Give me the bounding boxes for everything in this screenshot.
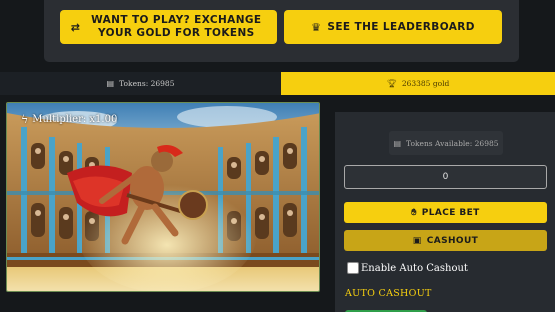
- wallet-icon: ▣: [412, 235, 422, 246]
- leaderboard-button[interactable]: ♛ SEE THE LEADERBOARD: [284, 10, 502, 44]
- leaderboard-label: SEE THE LEADERBOARD: [327, 20, 475, 33]
- tokens-available-badge: ▤ Tokens Available: 26985: [389, 131, 503, 155]
- exchange-gold-label: WANT TO PLAY? EXCHANGE YOUR GOLD FOR TOK…: [91, 14, 262, 39]
- gold-balance-label: 263385 gold: [401, 79, 450, 88]
- auto-cashout-checkbox[interactable]: [347, 262, 359, 274]
- exchange-arrows-icon: ⇄: [70, 20, 81, 34]
- trophy-icon: 🏆︎: [386, 79, 397, 88]
- gladiator-in-colosseum-image: [7, 103, 319, 291]
- multiplier-display: ϟ Multiplier: x1.00: [21, 113, 117, 126]
- cashout-button[interactable]: ▣ CASHOUT: [344, 230, 547, 251]
- tokens-balance-tab[interactable]: ▤ Tokens: 26985: [0, 72, 281, 95]
- bet-panel: ▤ Tokens Available: 26985 ✋︎ PLACE BET ▣…: [335, 112, 555, 312]
- hand-icon: ✋︎: [411, 207, 417, 218]
- tokens-balance-label: Tokens: 26985: [119, 79, 175, 88]
- coins-icon: ▤: [393, 138, 402, 148]
- auto-cashout-heading: AUTO CASHOUT: [345, 288, 432, 299]
- multiplier-label: Multiplier: x1.00: [32, 114, 118, 125]
- place-bet-label: PLACE BET: [421, 207, 480, 218]
- crown-icon: ♛: [311, 20, 322, 34]
- coins-icon: ▤: [106, 79, 115, 88]
- top-action-bar: ⇄ WANT TO PLAY? EXCHANGE YOUR GOLD FOR T…: [44, 0, 519, 62]
- bet-amount-input[interactable]: [344, 165, 547, 189]
- exchange-gold-button[interactable]: ⇄ WANT TO PLAY? EXCHANGE YOUR GOLD FOR T…: [60, 10, 277, 44]
- tokens-available-label: Tokens Available: 26985: [406, 138, 499, 148]
- gold-balance-tab[interactable]: 🏆︎ 263385 gold: [281, 72, 555, 95]
- game-scene: ϟ Multiplier: x1.00: [6, 102, 320, 292]
- auto-cashout-toggle[interactable]: Enable Auto Cashout: [347, 262, 468, 274]
- place-bet-button[interactable]: ✋︎ PLACE BET: [344, 202, 547, 223]
- auto-cashout-checkbox-label: Enable Auto Cashout: [361, 262, 468, 274]
- cashout-label: CASHOUT: [426, 235, 479, 246]
- lightning-icon: ϟ: [21, 113, 29, 126]
